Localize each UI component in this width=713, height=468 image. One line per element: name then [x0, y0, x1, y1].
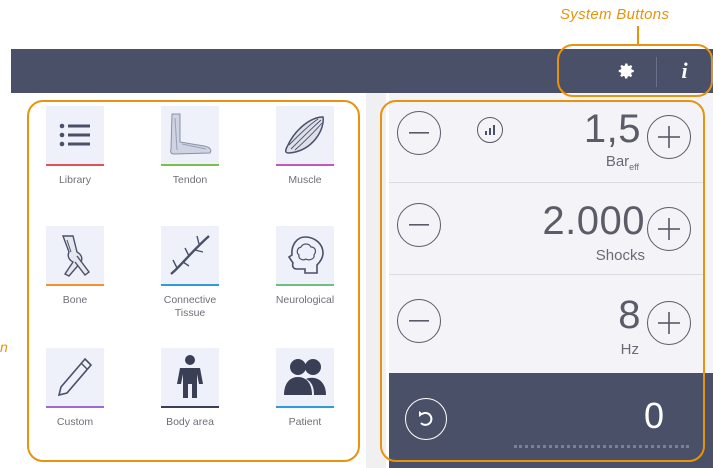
pressure-value: 1,5	[583, 107, 641, 151]
menu-label-connective-tissue: Connective Tissue	[163, 294, 217, 319]
menu-label-body-area: Body area	[166, 416, 214, 428]
bone-tile	[46, 226, 104, 284]
shocks-row: 2.000 Shocks	[389, 185, 703, 275]
pressure-row: 1,5 Bareff	[389, 93, 703, 183]
shock-counter: 0	[643, 395, 664, 436]
pencil-icon	[57, 357, 93, 397]
menu-label-tendon: Tendon	[172, 174, 208, 186]
list-icon	[59, 123, 90, 147]
patient-accent-bar	[276, 406, 334, 408]
info-icon: i	[681, 58, 688, 83]
menu-item-bone[interactable]: Bone	[33, 226, 117, 307]
menu-item-muscle[interactable]: Muscle	[263, 106, 347, 187]
menu-label-patient: Patient	[288, 416, 322, 428]
top-bar: i	[11, 49, 713, 93]
tendon-accent-bar	[161, 164, 219, 166]
body-area-tile	[161, 348, 219, 406]
plus-icon	[658, 126, 680, 148]
connective-tissue-accent-bar	[161, 284, 219, 286]
minus-icon	[409, 132, 429, 134]
energy-level-button[interactable]	[477, 117, 503, 143]
gear-icon	[618, 63, 634, 79]
neurological-tile	[276, 226, 334, 284]
bone-icon	[61, 235, 90, 277]
menu-item-patient[interactable]: Patient	[263, 348, 347, 429]
menu-item-library[interactable]: Library	[33, 106, 117, 187]
pressure-unit-sub: eff	[629, 162, 639, 172]
pressure-decrease-button[interactable]	[397, 111, 441, 155]
custom-tile	[46, 348, 104, 406]
muscle-icon	[284, 116, 324, 154]
menu-item-custom[interactable]: Custom	[33, 348, 117, 429]
brain-icon	[287, 236, 324, 274]
patients-icon	[284, 359, 326, 395]
menu-item-tendon[interactable]: Tendon	[148, 106, 232, 187]
pressure-unit: Bareff	[569, 153, 639, 172]
menu-label-custom: Custom	[56, 416, 94, 428]
reset-icon	[419, 411, 433, 426]
system-buttons-leader	[637, 26, 639, 46]
shocks-decrease-button[interactable]	[397, 203, 441, 247]
menu-label-neurological: Neurological	[275, 294, 335, 306]
plus-icon	[658, 218, 680, 240]
counter-progress-track	[514, 445, 689, 448]
shocks-value: 2.000	[542, 199, 645, 243]
settings-button[interactable]	[599, 49, 654, 93]
frequency-unit: Hz	[620, 341, 639, 358]
shocks-unit: Shocks	[595, 247, 645, 264]
custom-accent-bar	[46, 406, 104, 408]
plus-icon	[658, 312, 680, 334]
frequency-value: 8	[618, 293, 641, 337]
minus-icon	[409, 320, 429, 322]
reset-counter-button[interactable]	[405, 398, 447, 440]
muscle-accent-bar	[276, 164, 334, 166]
minus-icon	[409, 224, 429, 226]
muscle-tile	[276, 106, 334, 164]
frequency-decrease-button[interactable]	[397, 299, 441, 343]
system-buttons-annotation: System Buttons	[560, 6, 670, 23]
bone-accent-bar	[46, 284, 104, 286]
menu-item-connective-tissue[interactable]: Connective Tissue	[148, 226, 232, 320]
menu-item-body-area[interactable]: Body area	[148, 348, 232, 429]
info-button[interactable]: i	[657, 49, 712, 93]
shocks-increase-button[interactable]	[647, 207, 691, 251]
tendon-icon	[170, 113, 212, 155]
left-callout-fragment: n	[0, 339, 8, 355]
menu-label-library: Library	[58, 174, 92, 186]
library-tile	[46, 106, 104, 164]
signal-bars-icon	[485, 125, 495, 135]
pressure-increase-button[interactable]	[647, 115, 691, 159]
patient-tile	[276, 348, 334, 406]
body-area-accent-bar	[161, 406, 219, 408]
menu-label-muscle: Muscle	[288, 174, 322, 186]
neurological-accent-bar	[276, 284, 334, 286]
library-accent-bar	[46, 164, 104, 166]
counter-bar: 0	[389, 373, 713, 468]
panel-divider	[366, 93, 386, 468]
frequency-row: 8 Hz	[389, 279, 703, 369]
pressure-unit-main: Bar	[605, 153, 630, 170]
connective-tissue-tile	[161, 226, 219, 284]
menu-item-neurological[interactable]: Neurological	[263, 226, 347, 307]
connective-tissue-icon	[170, 235, 210, 275]
body-icon	[177, 355, 203, 398]
menu-label-bone: Bone	[62, 294, 88, 306]
frequency-increase-button[interactable]	[647, 301, 691, 345]
tendon-tile	[161, 106, 219, 164]
